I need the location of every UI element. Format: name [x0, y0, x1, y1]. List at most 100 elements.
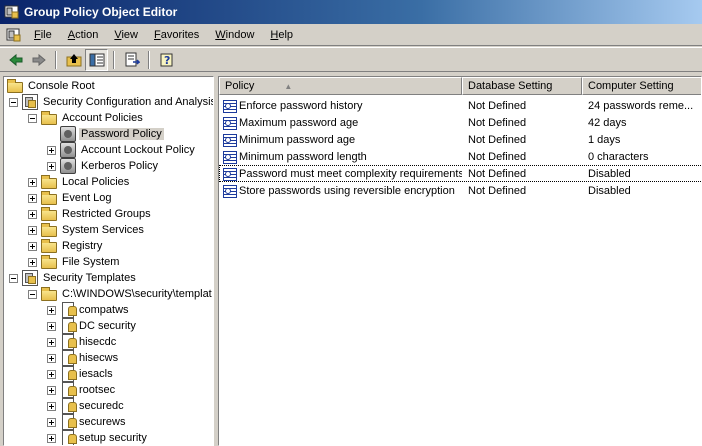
forward-button[interactable]	[27, 49, 50, 71]
collapse-icon[interactable]	[9, 97, 18, 107]
back-icon	[8, 53, 22, 66]
cell-policy: Minimum password length	[219, 150, 462, 164]
table-row[interactable]: Minimum password age Not Defined 1 days	[219, 131, 701, 148]
tree-item[interactable]: DC security	[47, 318, 138, 334]
tree-item[interactable]: rootsec	[47, 382, 117, 398]
tree-item[interactable]: Password Policy	[47, 126, 164, 142]
policy-name: Minimum password age	[239, 133, 356, 146]
policy-name: Store passwords using reversible encrypt…	[239, 184, 455, 197]
expand-icon[interactable]	[28, 257, 37, 267]
menu-favorites[interactable]: Favorites	[146, 27, 207, 43]
tree-item-label: securews	[79, 416, 126, 428]
table-row[interactable]: Maximum password age Not Defined 42 days	[219, 114, 701, 131]
expand-icon[interactable]	[47, 369, 56, 379]
help-button[interactable]: ?	[155, 49, 178, 71]
console-tree[interactable]: Console Root Security Configuration and A…	[3, 76, 214, 446]
child-window-icon[interactable]	[6, 27, 22, 43]
show-hide-tree-icon	[89, 53, 104, 66]
list-header: Policy ▲ Database Setting Computer Setti…	[219, 77, 701, 95]
cell-policy: Enforce password history	[219, 99, 462, 113]
tree-item[interactable]: compatws	[47, 302, 131, 318]
column-header-computer-setting[interactable]: Computer Setting	[582, 77, 701, 95]
menu-action[interactable]: Action	[60, 27, 107, 43]
tree-item[interactable]: hisecws	[47, 350, 120, 366]
expand-icon[interactable]	[47, 385, 56, 395]
export-list-button[interactable]	[120, 49, 143, 71]
menu-view[interactable]: View	[106, 27, 146, 43]
tree-item[interactable]: Account Lockout Policy	[47, 142, 197, 158]
sort-ascending-icon: ▲	[284, 81, 293, 91]
expand-icon[interactable]	[28, 225, 37, 235]
table-row[interactable]: Store passwords using reversible encrypt…	[219, 182, 701, 199]
tree-item[interactable]: securews	[47, 414, 127, 430]
tree-item[interactable]: System Services	[28, 222, 146, 238]
security-config-icon	[22, 270, 38, 286]
template-icon	[62, 382, 77, 398]
menu-file[interactable]: File	[26, 27, 60, 43]
cell-computer-setting: 42 days	[588, 116, 627, 129]
tree-item[interactable]: Local Policies	[28, 174, 131, 190]
folder-icon	[7, 79, 23, 93]
expand-icon[interactable]	[28, 193, 37, 203]
up-one-level-icon	[66, 53, 81, 66]
expand-icon[interactable]	[28, 241, 37, 251]
tree-item-label: Restricted Groups	[62, 208, 151, 220]
folder-icon	[41, 111, 57, 125]
policy-setting-icon	[222, 167, 238, 181]
tree-item[interactable]: Account Policies	[28, 110, 145, 126]
tree-item[interactable]: setup security	[47, 430, 149, 445]
tree-item-label: compatws	[79, 304, 129, 316]
collapse-icon[interactable]	[28, 289, 37, 299]
tree-item[interactable]: Kerberos Policy	[47, 158, 160, 174]
expand-icon[interactable]	[47, 145, 56, 155]
tree-item[interactable]: iesacls	[47, 366, 115, 382]
column-header-database-setting[interactable]: Database Setting	[462, 77, 582, 95]
expand-icon[interactable]	[47, 433, 56, 443]
table-row[interactable]: Minimum password length Not Defined 0 char…	[219, 148, 701, 165]
tree-item[interactable]: Security Configuration and Analysis	[9, 94, 213, 110]
policy-list[interactable]: Policy ▲ Database Setting Computer Setti…	[218, 76, 702, 446]
expand-icon[interactable]	[47, 321, 56, 331]
collapse-icon[interactable]	[28, 113, 37, 123]
tree-item[interactable]: Console Root	[7, 78, 97, 94]
column-header-policy[interactable]: Policy ▲	[219, 77, 462, 95]
tree-item[interactable]: Security Templates	[9, 270, 138, 286]
tree-item[interactable]: Event Log	[28, 190, 114, 206]
tree-item[interactable]: C:\WINDOWS\security\templat	[28, 286, 213, 302]
gpo-editor-app-icon[interactable]	[4, 4, 20, 20]
security-config-icon	[22, 94, 38, 110]
table-row[interactable]: Password must meet complexity requiremen…	[219, 165, 701, 182]
up-one-level-button[interactable]	[62, 49, 85, 71]
expand-icon[interactable]	[47, 417, 56, 427]
cell-computer-setting: Disabled	[588, 167, 631, 180]
tree-item[interactable]: securedc	[47, 398, 126, 414]
tree-item[interactable]: File System	[28, 254, 121, 270]
expand-icon[interactable]	[47, 337, 56, 347]
template-icon	[62, 302, 77, 318]
expand-icon[interactable]	[47, 305, 56, 315]
menu-help[interactable]: Help	[262, 27, 301, 43]
tree-item-label: Event Log	[62, 192, 112, 204]
expand-icon[interactable]	[28, 177, 37, 187]
template-icon	[62, 414, 77, 430]
expand-icon[interactable]	[28, 209, 37, 219]
cell-database-setting: Not Defined	[468, 133, 527, 146]
expand-icon[interactable]	[47, 161, 56, 171]
show-hide-tree-button[interactable]	[85, 48, 108, 71]
cell-database-setting: Not Defined	[468, 116, 527, 129]
tree-item[interactable]: Restricted Groups	[28, 206, 153, 222]
table-row[interactable]: Enforce password history Not Defined 24 pa…	[219, 97, 701, 114]
tree-item[interactable]: hisecdc	[47, 334, 118, 350]
tree-item-label: Kerberos Policy	[81, 160, 159, 172]
window-title: Group Policy Object Editor	[24, 5, 178, 19]
expand-icon[interactable]	[47, 401, 56, 411]
tree-item-label: rootsec	[79, 384, 116, 396]
back-button[interactable]	[4, 49, 27, 71]
tree-item-label: C:\WINDOWS\security\templat	[62, 288, 212, 300]
column-header-label: Database Setting	[468, 80, 553, 92]
expand-icon[interactable]	[47, 353, 56, 363]
menu-window[interactable]: Window	[207, 27, 262, 43]
tree-item-label: Account Lockout Policy	[81, 144, 195, 156]
collapse-icon[interactable]	[9, 273, 18, 283]
tree-item[interactable]: Registry	[28, 238, 104, 254]
